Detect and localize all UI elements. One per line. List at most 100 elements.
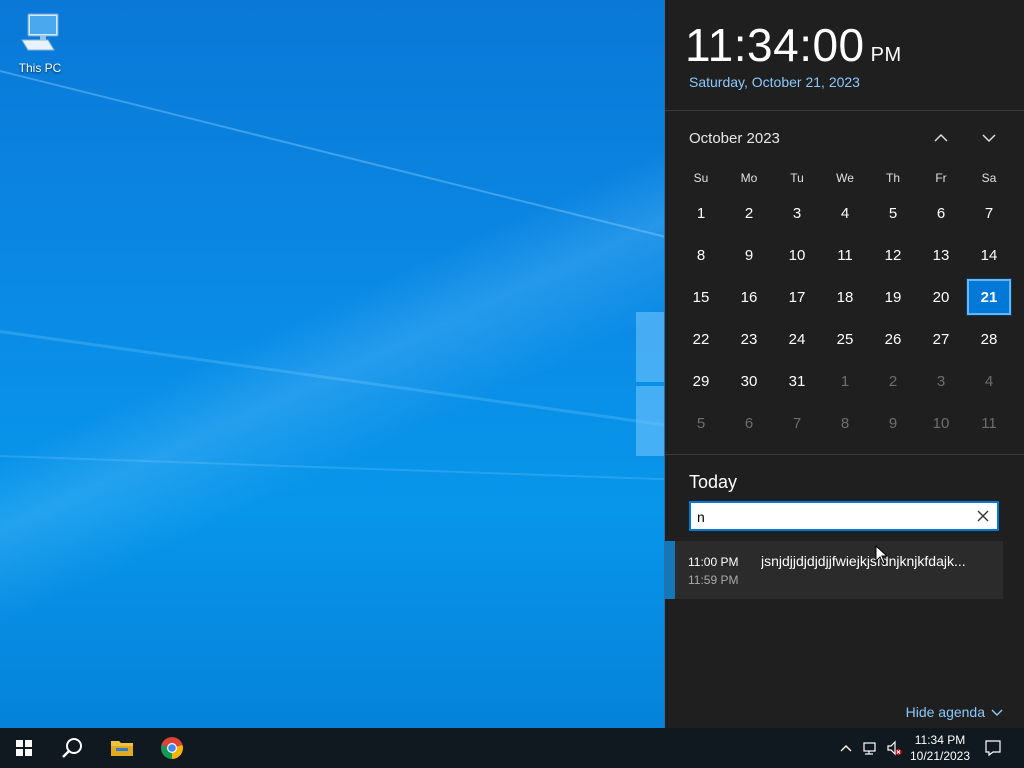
event-end-time: 11:59 PM <box>688 573 739 587</box>
calendar-day[interactable]: 20 <box>917 276 965 318</box>
calendar-day[interactable]: 14 <box>965 234 1013 276</box>
calendar-day[interactable]: 6 <box>917 192 965 234</box>
calendar-day-next-month[interactable]: 8 <box>821 402 869 444</box>
event-color-bar <box>665 541 675 599</box>
calendar-day-next-month[interactable]: 7 <box>773 402 821 444</box>
calendar-day[interactable]: 31 <box>773 360 821 402</box>
weekday-label: Tu <box>790 171 804 185</box>
search-button[interactable] <box>48 728 96 768</box>
calendar-week: 22 23 24 25 26 27 28 <box>677 318 1013 360</box>
calendar-day[interactable]: 8 <box>677 234 725 276</box>
agenda-event-item[interactable]: 11:00 PM 11:59 PM jsnjdjjdjdjdjjfwiejkjs… <box>665 541 1003 599</box>
calendar-day[interactable]: 26 <box>869 318 917 360</box>
calendar-day[interactable]: 18 <box>821 276 869 318</box>
calendar-week: 1 2 3 4 5 6 7 <box>677 192 1013 234</box>
light-beam <box>0 60 698 246</box>
desktop-icon-this-pc[interactable]: This PC <box>14 10 66 75</box>
calendar-grid: Su Mo Tu We Th Fr Sa 1 2 3 4 5 6 7 8 9 1… <box>677 164 1013 444</box>
calendar-day-next-month[interactable]: 4 <box>965 360 1013 402</box>
calendar-day[interactable]: 9 <box>725 234 773 276</box>
file-explorer-button[interactable] <box>98 728 146 768</box>
previous-month-button[interactable] <box>925 124 957 152</box>
long-date-link[interactable]: Saturday, October 21, 2023 <box>689 74 860 90</box>
mouse-cursor-icon <box>875 545 889 565</box>
next-month-button[interactable] <box>973 124 1005 152</box>
calendar-day[interactable]: 29 <box>677 360 725 402</box>
computer-icon <box>21 13 59 51</box>
calendar-day[interactable]: 5 <box>869 192 917 234</box>
calendar-day[interactable]: 19 <box>869 276 917 318</box>
month-label[interactable]: October 2023 <box>689 130 780 147</box>
calendar-day[interactable]: 23 <box>725 318 773 360</box>
light-beam <box>0 455 700 482</box>
windows-start-icon <box>16 740 32 756</box>
weekday-label: Sa <box>981 171 997 185</box>
calendar-day[interactable]: 10 <box>773 234 821 276</box>
calendar-day-next-month[interactable]: 11 <box>965 402 1013 444</box>
chevron-down-icon <box>982 134 996 143</box>
calendar-week: 29 30 31 1 2 3 4 <box>677 360 1013 402</box>
clock-display: 11:34:00 PM <box>685 18 902 72</box>
chevron-down-icon <box>991 709 1003 716</box>
folder-icon <box>111 741 133 756</box>
calendar-day[interactable]: 2 <box>725 192 773 234</box>
weekday-label: We <box>836 171 854 185</box>
calendar-day-next-month[interactable]: 2 <box>869 360 917 402</box>
volume-muted-icon[interactable] <box>886 740 902 756</box>
calendar-day[interactable]: 24 <box>773 318 821 360</box>
event-start-time: 11:00 PM <box>688 555 739 569</box>
calendar-day-next-month[interactable]: 3 <box>917 360 965 402</box>
calendar-day[interactable]: 25 <box>821 318 869 360</box>
calendar-day[interactable]: 15 <box>677 276 725 318</box>
show-hidden-icons-chevron-icon[interactable] <box>838 740 854 756</box>
calendar-day[interactable]: 11 <box>821 234 869 276</box>
divider <box>665 454 1024 455</box>
action-center-icon[interactable] <box>984 739 1002 757</box>
calendar-day-next-month[interactable]: 5 <box>677 402 725 444</box>
taskbar-time: 11:34 PM <box>914 733 966 747</box>
hide-agenda-button[interactable]: Hide agenda <box>906 704 1003 720</box>
calendar-day[interactable]: 30 <box>725 360 773 402</box>
calendar-day[interactable]: 17 <box>773 276 821 318</box>
calendar-day-next-month[interactable]: 10 <box>917 402 965 444</box>
taskbar-clock[interactable]: 11:34 PM 10/21/2023 <box>906 732 974 764</box>
weekday-header: Su Mo Tu We Th Fr Sa <box>677 164 1013 192</box>
calendar-week: 5 6 7 8 9 10 11 <box>677 402 1013 444</box>
search-icon <box>62 738 82 758</box>
chevron-up-icon <box>934 133 948 142</box>
calendar-flyout: 11:34:00 PM Saturday, October 21, 2023 Oc… <box>664 0 1024 728</box>
weekday-label: Th <box>885 171 900 185</box>
calendar-day[interactable]: 3 <box>773 192 821 234</box>
hide-agenda-label: Hide agenda <box>905 704 985 720</box>
agenda-event-input[interactable] <box>689 501 999 531</box>
agenda-event-field[interactable] <box>697 507 967 527</box>
calendar-day[interactable]: 16 <box>725 276 773 318</box>
calendar-day[interactable]: 7 <box>965 192 1013 234</box>
calendar-day-next-month[interactable]: 1 <box>821 360 869 402</box>
clock-time: 11:34:00 <box>685 19 865 71</box>
calendar-day[interactable]: 12 <box>869 234 917 276</box>
chrome-icon <box>161 737 183 759</box>
calendar-day-next-month[interactable]: 9 <box>869 402 917 444</box>
clear-icon[interactable] <box>975 508 991 524</box>
calendar-day[interactable]: 28 <box>965 318 1013 360</box>
weekday-label: Fr <box>935 171 947 185</box>
calendar-day-selected[interactable]: 21 <box>966 278 1012 316</box>
taskbar-date: 10/21/2023 <box>909 749 971 763</box>
calendar-day[interactable]: 27 <box>917 318 965 360</box>
network-icon[interactable] <box>862 740 878 756</box>
light-beam <box>0 330 714 434</box>
chrome-button[interactable] <box>148 728 196 768</box>
calendar-day-next-month[interactable]: 6 <box>725 402 773 444</box>
desktop-icon-label: This PC <box>18 61 62 75</box>
weekday-label: Mo <box>740 171 758 185</box>
divider <box>665 110 1024 111</box>
calendar-day[interactable]: 4 <box>821 192 869 234</box>
start-button[interactable] <box>0 728 48 768</box>
calendar-day[interactable]: 22 <box>677 318 725 360</box>
calendar-week: 8 9 10 11 12 13 14 <box>677 234 1013 276</box>
calendar-day[interactable]: 13 <box>917 234 965 276</box>
calendar-day[interactable]: 1 <box>677 192 725 234</box>
taskbar: 11:34 PM 10/21/2023 <box>0 728 1024 768</box>
clock-ampm: PM <box>870 44 902 66</box>
